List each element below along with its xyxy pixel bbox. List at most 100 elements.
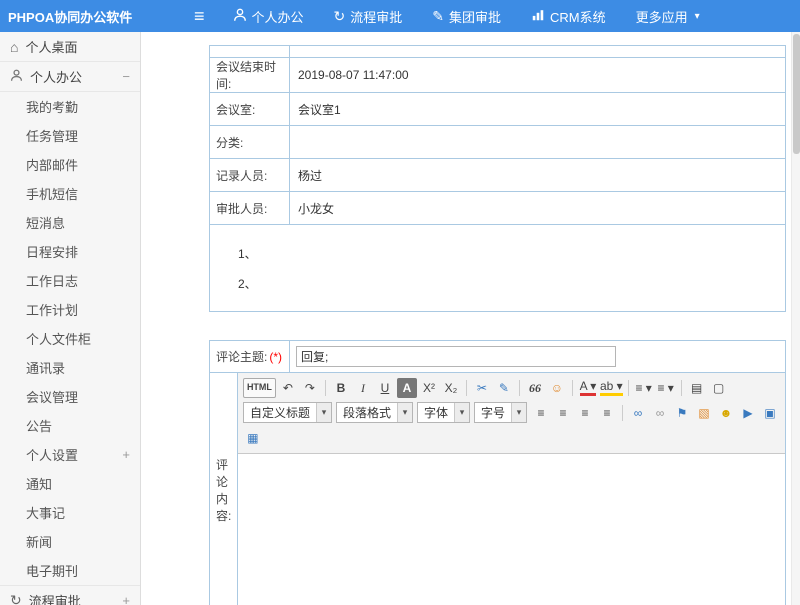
person-icon bbox=[10, 69, 23, 84]
sidebar-item-mail[interactable]: 内部邮件 bbox=[0, 150, 140, 179]
insert-table-button[interactable]: ▦ bbox=[243, 428, 263, 448]
bullet-list-button[interactable]: ≡ ▾ bbox=[656, 378, 676, 398]
sidebar-section-personal-office[interactable]: 个人办公 − bbox=[0, 62, 140, 92]
sidebar-item-events[interactable]: 大事记 bbox=[0, 498, 140, 527]
eraser-button[interactable]: ✂ bbox=[472, 378, 492, 398]
detail-rows: 会议结束时间: 2019-08-07 11:47:00 会议室: 会议室1 分类… bbox=[210, 58, 785, 225]
blockquote-button[interactable]: 66 bbox=[525, 378, 545, 398]
undo-button[interactable]: ↶ bbox=[278, 378, 298, 398]
font-size-select[interactable]: 字号 ▾ bbox=[474, 402, 527, 423]
underline-button[interactable]: U bbox=[375, 378, 395, 398]
toolbar-separator[interactable] bbox=[622, 405, 623, 421]
align-left-button[interactable]: ≡ bbox=[531, 403, 551, 423]
nav-item-personal-office[interactable]: 个人办公 bbox=[233, 7, 304, 26]
sidebar-item-messages[interactable]: 短消息 bbox=[0, 208, 140, 237]
comment-subject-input[interactable] bbox=[296, 346, 616, 367]
emoji-button[interactable]: ☻ bbox=[716, 403, 736, 423]
paragraph-format-select[interactable]: 段落格式 ▾ bbox=[336, 402, 413, 423]
subscript-button[interactable]: X₂ bbox=[441, 378, 461, 398]
toolbar-separator[interactable] bbox=[628, 380, 629, 396]
expand-icon[interactable]: + bbox=[122, 593, 130, 605]
sidebar-item-meetings[interactable]: 会议管理 bbox=[0, 382, 140, 411]
nav-item-crm[interactable]: CRM系统 bbox=[531, 7, 606, 26]
sidebar-item-notices[interactable]: 通知 bbox=[0, 469, 140, 498]
toolbar-separator[interactable] bbox=[466, 380, 467, 396]
font-family-select[interactable]: 字体 ▾ bbox=[417, 402, 470, 423]
media-button[interactable]: ▶ bbox=[738, 403, 758, 423]
editor-toolbar: HTML↶↷BIUAX²X₂✂✎66☺A ▾ab ▾≡ ▾≡ ▾▤▢ 自定义标题… bbox=[238, 373, 785, 454]
text-color-button[interactable]: A ▾ bbox=[578, 378, 598, 398]
italic-button[interactable]: I bbox=[353, 378, 373, 398]
align-right-button[interactable]: ≡ bbox=[575, 403, 595, 423]
sidebar-item-news[interactable]: 新闻 bbox=[0, 527, 140, 556]
sidebar-item-schedule[interactable]: 日程安排 bbox=[0, 237, 140, 266]
field-label: 审批人员: bbox=[210, 192, 290, 224]
emoticon-button[interactable]: ☺ bbox=[547, 378, 567, 398]
nav-item-process-approval[interactable]: ↻ 流程审批 bbox=[334, 7, 403, 26]
sidebar-item-label: 通知 bbox=[26, 474, 52, 493]
sidebar-item-label: 个人桌面 bbox=[25, 37, 77, 56]
sidebar-item-label: 内部邮件 bbox=[26, 155, 78, 174]
home-icon: ⌂ bbox=[10, 40, 18, 54]
nav-item-group-approval[interactable]: ✎ 集团审批 bbox=[432, 7, 501, 26]
toolbar-separator[interactable] bbox=[325, 380, 326, 396]
superscript-button[interactable]: X² bbox=[419, 378, 439, 398]
sidebar-item-journal[interactable]: 电子期刊 bbox=[0, 556, 140, 585]
unlink-button[interactable]: ∞ bbox=[650, 403, 670, 423]
sidebar-item-filecabinet[interactable]: 个人文件柜 bbox=[0, 324, 140, 353]
bold-button[interactable]: B bbox=[331, 378, 351, 398]
source-code-button[interactable]: HTML bbox=[243, 378, 276, 398]
field-value bbox=[290, 126, 785, 158]
table-row: 分类: bbox=[210, 126, 785, 159]
sidebar-item-attendance[interactable]: 我的考勤 bbox=[0, 92, 140, 121]
sidebar-section-process-approval[interactable]: ↻ 流程审批 + bbox=[0, 585, 140, 605]
image-button[interactable]: ▧ bbox=[694, 403, 714, 423]
editor-toolbar-row-3: ▦ bbox=[242, 425, 781, 450]
format-painter-button[interactable]: ✎ bbox=[494, 378, 514, 398]
sidebar-item-sms[interactable]: 手机短信 bbox=[0, 179, 140, 208]
ordered-list-button[interactable]: ≡ ▾ bbox=[634, 378, 654, 398]
comment-subject-value-cell bbox=[290, 341, 785, 372]
content-line: 1、 bbox=[238, 239, 785, 269]
sidebar-item-settings[interactable]: 个人设置 + bbox=[0, 440, 140, 469]
field-label: 记录人员: bbox=[210, 159, 290, 191]
custom-heading-select[interactable]: 自定义标题 ▾ bbox=[243, 402, 332, 423]
sidebar: ⌂ 个人桌面 个人办公 − 我的考勤 任务管理 内部邮件 bbox=[0, 32, 141, 605]
paste-button[interactable]: ▤ bbox=[687, 378, 707, 398]
align-justify-button[interactable]: ≡ bbox=[597, 403, 617, 423]
scrollbar-thumb[interactable] bbox=[793, 34, 800, 154]
sidebar-item-workplan[interactable]: 工作计划 bbox=[0, 295, 140, 324]
sidebar-item-tasks[interactable]: 任务管理 bbox=[0, 121, 140, 150]
collapse-icon[interactable]: − bbox=[122, 69, 130, 84]
toolbar-separator[interactable] bbox=[519, 380, 520, 396]
nav-label: 更多应用 bbox=[636, 7, 688, 26]
nav-item-more-apps[interactable]: 更多应用 ▾ bbox=[636, 7, 700, 26]
sidebar-item-worklog[interactable]: 工作日志 bbox=[0, 266, 140, 295]
redo-button[interactable]: ↷ bbox=[300, 378, 320, 398]
editor-dropdowns: 自定义标题 ▾ 段落格式 ▾ 字体 ▾ bbox=[242, 401, 530, 424]
remove-format-button[interactable]: A bbox=[397, 378, 417, 398]
field-label: 评论内容: bbox=[216, 456, 237, 524]
caret-down-icon: ▾ bbox=[316, 403, 331, 422]
new-document-button[interactable]: ▢ bbox=[709, 378, 729, 398]
toolbar-separator[interactable] bbox=[572, 380, 573, 396]
sidebar-item-label: 电子期刊 bbox=[26, 561, 78, 580]
sidebar-item-announcements[interactable]: 公告 bbox=[0, 411, 140, 440]
toolbar-separator[interactable] bbox=[681, 380, 682, 396]
sidebar-item-label: 任务管理 bbox=[26, 126, 78, 145]
expand-icon[interactable]: + bbox=[122, 447, 130, 462]
field-label: 评论主题: bbox=[216, 348, 267, 365]
attachment-button[interactable]: ▣ bbox=[760, 403, 780, 423]
link-button[interactable]: ∞ bbox=[628, 403, 648, 423]
nav-label: 个人办公 bbox=[252, 7, 304, 26]
anchor-button[interactable]: ⚑ bbox=[672, 403, 692, 423]
field-value: 2019-08-07 11:47:00 bbox=[290, 58, 785, 92]
align-center-button[interactable]: ≡ bbox=[553, 403, 573, 423]
vertical-scrollbar[interactable] bbox=[791, 32, 800, 605]
hamburger-menu-icon[interactable]: ≡ bbox=[194, 7, 205, 25]
sidebar-item-desktop[interactable]: ⌂ 个人桌面 bbox=[0, 32, 140, 62]
editor-content-area[interactable] bbox=[238, 454, 785, 605]
sidebar-item-contacts[interactable]: 通讯录 bbox=[0, 353, 140, 382]
highlight-color-button[interactable]: ab ▾ bbox=[600, 378, 623, 398]
field-label: 会议室: bbox=[210, 93, 290, 125]
